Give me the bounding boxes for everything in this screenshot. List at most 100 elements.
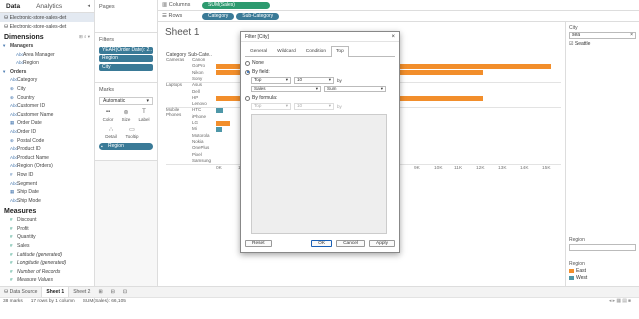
cancel-button[interactable]: Cancel bbox=[336, 240, 365, 247]
datasource-item[interactable]: ⛁ Electronic-store-sales-det bbox=[0, 22, 94, 31]
dimension-field[interactable]: ⊕ City bbox=[0, 85, 94, 94]
measure-field[interactable]: # Measure Values bbox=[0, 276, 94, 285]
measure-field[interactable]: # Profit bbox=[0, 225, 94, 234]
marks-size-button[interactable]: ⊚ Size bbox=[118, 109, 134, 122]
dimension-field[interactable]: AbcRegion (Orders) bbox=[0, 162, 94, 171]
reset-button[interactable]: Reset bbox=[245, 240, 272, 247]
radio-icon[interactable] bbox=[245, 60, 250, 66]
rows-pill-sub-category[interactable]: Sub-Category bbox=[236, 12, 280, 20]
columns-shelf[interactable]: ▥ Columns SUM(Sales) bbox=[158, 0, 639, 11]
measure-field[interactable]: # Sales bbox=[0, 242, 94, 251]
pages-card[interactable]: Pages bbox=[95, 0, 157, 33]
tab-data[interactable]: Data bbox=[0, 0, 30, 13]
new-sheet-icon[interactable]: ⊞ bbox=[94, 287, 106, 297]
rows-shelf[interactable]: ☰ Rows Category Sub-Category bbox=[158, 11, 639, 22]
aggregation-select[interactable]: Sum ▾ bbox=[324, 85, 386, 92]
city-checkbox-seattle[interactable]: ☑ Seattle bbox=[569, 41, 636, 47]
tab-sheet-2[interactable]: Sheet 2 bbox=[69, 287, 94, 297]
field-label: Postal Code bbox=[17, 137, 45, 144]
option-none[interactable]: None bbox=[245, 60, 395, 66]
dimension-field[interactable]: # Row ID bbox=[0, 171, 94, 180]
dimension-field[interactable]: ⊕ Postal Code bbox=[0, 137, 94, 146]
tab-wildcard[interactable]: Wildcard bbox=[272, 46, 301, 56]
field-label: Ship Mode bbox=[17, 197, 41, 204]
new-dashboard-icon[interactable]: ⊟ bbox=[107, 287, 119, 297]
mark-type-dropdown[interactable]: Automatic ▾ bbox=[99, 97, 153, 105]
dimensions-header: Dimensions ⊞ ⌕ ▾ bbox=[0, 31, 94, 42]
measure-field[interactable]: # Number of Records bbox=[0, 268, 94, 277]
marks-tooltip-button[interactable]: ▭ Tooltip bbox=[124, 126, 140, 139]
field-label: Quantity bbox=[17, 234, 36, 241]
tooltip-icon: ▭ bbox=[129, 127, 135, 133]
datasource-item[interactable]: ⛁ Electronic-store-sales-det bbox=[0, 13, 94, 22]
x-axis-tick: 15K bbox=[542, 166, 551, 172]
dimension-field[interactable]: AbcSegment bbox=[0, 180, 94, 189]
detail-icon: ∴ bbox=[109, 127, 113, 133]
city-search-input[interactable]: sea × bbox=[569, 32, 636, 39]
formula-editor[interactable] bbox=[251, 113, 387, 234]
dimension-field[interactable]: AbcCategory bbox=[0, 76, 94, 85]
measure-field[interactable]: # Latitude (generated) bbox=[0, 251, 94, 260]
tab-label: Data Source bbox=[9, 289, 38, 295]
marks-label-button[interactable]: T Label bbox=[136, 109, 152, 122]
dimension-field[interactable]: ▾ Managers bbox=[0, 42, 94, 51]
close-icon[interactable]: × bbox=[391, 32, 395, 42]
dimension-field[interactable]: AbcOrder ID bbox=[0, 128, 94, 137]
dimension-field[interactable]: AbcProduct ID bbox=[0, 145, 94, 154]
region-filter-input[interactable] bbox=[569, 244, 636, 251]
top-bottom-select[interactable]: Top ▾ bbox=[251, 77, 291, 84]
dimension-field[interactable]: AbcArea Manager bbox=[0, 51, 94, 60]
tab-top[interactable]: Top bbox=[331, 46, 349, 57]
tab-sheet-1[interactable]: Sheet 1 bbox=[41, 287, 70, 297]
data-pane-tabs: Data Analytics ◂ bbox=[0, 0, 94, 13]
measure-field[interactable]: # Longitude (generated) bbox=[0, 259, 94, 268]
radio-icon[interactable] bbox=[245, 95, 250, 101]
columns-pill-sum-sales[interactable]: SUM(Sales) bbox=[202, 1, 270, 9]
top-count-select[interactable]: 10 ▾ bbox=[294, 77, 334, 84]
marks-color-button[interactable]: ▪▪ Color bbox=[100, 109, 116, 122]
dimensions-tools-icon[interactable]: ⊞ ⌕ ▾ bbox=[79, 34, 90, 41]
filters-card[interactable]: Filters YEAR(Order Date): 2.. Region Cit… bbox=[95, 33, 157, 83]
clear-icon[interactable]: × bbox=[630, 33, 633, 38]
legend-item-west[interactable]: West bbox=[569, 275, 636, 281]
dimension-field[interactable]: ▦ Ship Date bbox=[0, 188, 94, 197]
measure-field[interactable]: # Quantity bbox=[0, 233, 94, 242]
bar-west[interactable] bbox=[216, 108, 223, 114]
ok-button[interactable]: OK bbox=[311, 240, 333, 247]
marks-color-pill[interactable]: ▪ Region bbox=[99, 143, 153, 150]
dimension-field[interactable]: ▾ Orders bbox=[0, 68, 94, 77]
field-select[interactable]: Sales ▾ bbox=[251, 85, 321, 92]
tab-data-source[interactable]: ⛁ Data Source bbox=[0, 287, 41, 297]
tab-condition[interactable]: Condition bbox=[301, 46, 331, 56]
legend-item-east[interactable]: East bbox=[569, 268, 636, 274]
sheet-navigation-icon[interactable]: ◂ ▸ ▦ ▤ ■ bbox=[609, 299, 631, 304]
dimension-field[interactable]: ⊕ Country bbox=[0, 94, 94, 103]
marks-detail-button[interactable]: ∴ Detail bbox=[103, 126, 119, 139]
bar-east[interactable] bbox=[216, 120, 230, 126]
option-by-field[interactable]: By field: bbox=[245, 69, 395, 75]
field-label: Region bbox=[23, 60, 39, 67]
option-by-formula[interactable]: By formula: bbox=[245, 95, 395, 101]
dimension-field[interactable]: AbcCustomer Name bbox=[0, 111, 94, 120]
formula-top-select[interactable]: Top ▾ bbox=[251, 103, 291, 110]
measure-field[interactable]: # Discount bbox=[0, 216, 94, 225]
filter-pill-region[interactable]: Region bbox=[99, 55, 153, 62]
tab-analytics[interactable]: Analytics bbox=[30, 0, 72, 13]
formula-count-select[interactable]: 10 ▾ bbox=[294, 103, 334, 110]
field-type-icon: Abc bbox=[10, 180, 18, 186]
dimension-field[interactable]: AbcCustomer ID bbox=[0, 102, 94, 111]
rows-pill-category[interactable]: Category bbox=[202, 12, 235, 20]
dimension-field[interactable]: AbcRegion bbox=[0, 59, 94, 68]
pane-menu-icon[interactable]: ◂ bbox=[87, 3, 90, 9]
filter-pill-order-date[interactable]: YEAR(Order Date): 2.. bbox=[99, 46, 153, 54]
bar-west[interactable] bbox=[216, 127, 222, 132]
dimension-field[interactable]: AbcProduct Name bbox=[0, 154, 94, 163]
new-story-icon[interactable]: ⊡ bbox=[119, 287, 131, 297]
measure-icon: # bbox=[10, 277, 13, 283]
tab-general[interactable]: General bbox=[245, 46, 272, 56]
dimension-field[interactable]: AbcShip Mode bbox=[0, 197, 94, 206]
filter-pill-city[interactable]: City bbox=[99, 63, 153, 71]
dimension-field[interactable]: ▦ Order Date bbox=[0, 119, 94, 128]
radio-selected-icon[interactable] bbox=[245, 69, 250, 75]
apply-button[interactable]: Apply bbox=[369, 240, 395, 247]
